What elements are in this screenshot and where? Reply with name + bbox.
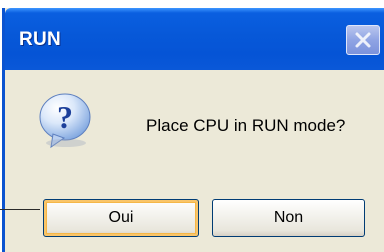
run-dialog: RUN ? Place CPU in RUN mode? Oui Non: [2, 8, 384, 252]
yes-button[interactable]: Oui: [43, 199, 199, 237]
no-button[interactable]: Non: [212, 199, 365, 237]
dialog-message: Place CPU in RUN mode?: [146, 116, 346, 135]
no-button-label: Non: [273, 209, 304, 226]
svg-text:?: ?: [57, 99, 73, 135]
screen: RUN ? Place CPU in RUN mode? Oui Non: [0, 0, 384, 252]
dialog-body: ? Place CPU in RUN mode? Oui Non: [5, 70, 384, 252]
title-bar[interactable]: RUN: [5, 8, 384, 70]
question-icon: ?: [39, 93, 91, 149]
background-line: [0, 209, 40, 210]
close-icon: [355, 32, 371, 48]
yes-button-label: Oui: [108, 209, 134, 226]
close-button[interactable]: [346, 25, 380, 55]
window-title: RUN: [19, 29, 62, 50]
